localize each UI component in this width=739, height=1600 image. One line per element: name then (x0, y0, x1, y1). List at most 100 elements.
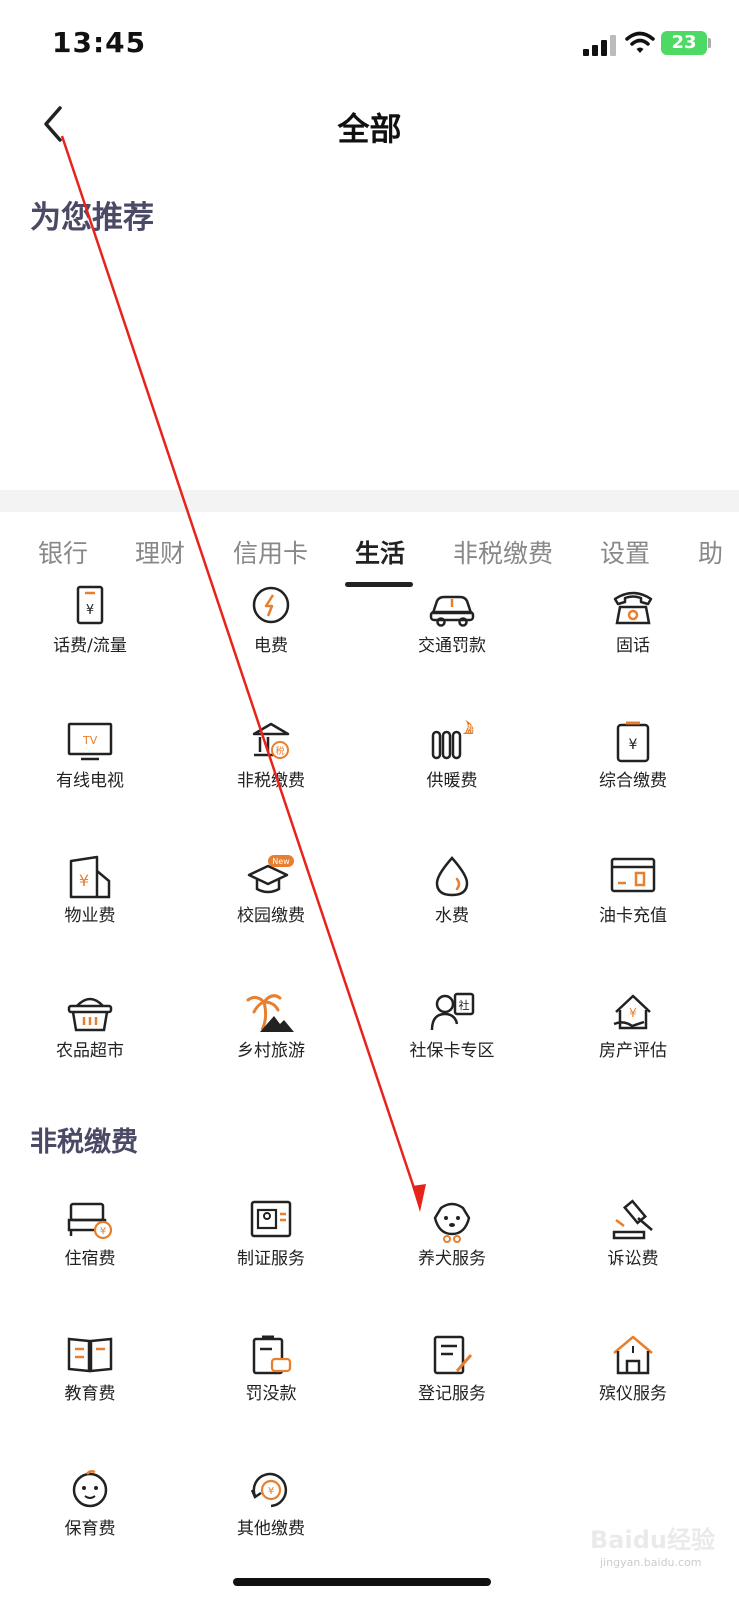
home-indicator[interactable] (233, 1578, 491, 1586)
watermark-url: jingyan.baidu.com (600, 1556, 702, 1569)
wifi-icon (625, 31, 655, 53)
service-litigation[interactable]: 诉讼费 (543, 1198, 723, 1298)
service-label: 制证服务 (237, 1249, 305, 1269)
service-label: 乡村旅游 (237, 1041, 305, 1061)
yen-glyph: ¥ (100, 1226, 106, 1237)
document-edit-icon (433, 1335, 473, 1375)
tv-glyph: TV (82, 734, 98, 747)
service-label: 综合缴费 (599, 771, 667, 791)
palm-tree-icon (246, 994, 294, 1032)
service-label: 非税缴费 (237, 771, 305, 791)
tv-icon: TV (67, 722, 113, 761)
radiator-icon: 热 (431, 720, 474, 760)
graduation-cap-icon: New (247, 855, 294, 894)
service-childcare[interactable]: 保育费 (0, 1468, 180, 1568)
recommend-title: 为您推荐 (30, 200, 154, 236)
service-funeral[interactable]: 殡仪服务 (543, 1333, 723, 1433)
service-heating[interactable]: 热 供暖费 (362, 720, 542, 820)
service-label: 登记服务 (418, 1384, 486, 1404)
basket-icon (67, 997, 113, 1032)
service-property-fee[interactable]: ¥ 物业费 (0, 855, 180, 955)
service-rural-tourism[interactable]: 乡村旅游 (181, 990, 361, 1090)
service-education[interactable]: 教育费 (0, 1333, 180, 1433)
service-label: 固话 (616, 636, 650, 656)
service-registration[interactable]: 登记服务 (362, 1333, 542, 1433)
service-house-valuation[interactable]: ¥ 房产评估 (543, 990, 723, 1090)
house-valuation-icon: ¥ (613, 994, 651, 1030)
service-label: 校园缴费 (237, 906, 305, 926)
service-dog-registration[interactable]: 养犬服务 (362, 1198, 542, 1298)
service-general-bill[interactable]: ¥ 综合缴费 (543, 720, 723, 820)
phone-bill-icon: ¥ (76, 585, 104, 625)
telephone-icon (613, 591, 653, 625)
service-fine[interactable]: 罚没款 (181, 1333, 361, 1433)
service-label: 其他缴费 (237, 1519, 305, 1539)
id-card-icon (250, 1200, 292, 1238)
bill-icon: ¥ (616, 721, 650, 763)
service-accommodation[interactable]: ¥ 住宿费 (0, 1198, 180, 1298)
service-campus-payment[interactable]: New 校园缴费 (181, 855, 361, 955)
service-label: 养犬服务 (418, 1249, 486, 1269)
service-label: 油卡充值 (599, 906, 667, 926)
service-label: 水费 (435, 906, 469, 926)
tax-glyph: 税 (275, 745, 284, 757)
cellular-signal-icon (583, 34, 619, 56)
nontax-section-title: 非税缴费 (30, 1127, 138, 1158)
tab-help[interactable]: 助 (698, 534, 723, 570)
service-water[interactable]: 水费 (362, 855, 542, 955)
battery-level: 23 (671, 32, 697, 53)
service-traffic-fine[interactable]: 交通罚款 (362, 585, 542, 685)
baby-face-icon (72, 1470, 108, 1508)
tab-nontax[interactable]: 非税缴费 (453, 534, 553, 570)
new-badge: New (272, 857, 290, 866)
social-security-icon: 社 (430, 992, 475, 1031)
yen-glyph: ¥ (629, 1006, 637, 1020)
refresh-yen-icon: ¥ (250, 1472, 288, 1508)
service-label: 殡仪服务 (599, 1384, 667, 1404)
battery-tip (708, 38, 711, 48)
service-nontax-payment[interactable]: 税 非税缴费 (181, 720, 361, 820)
category-tabs: 银行 理财 信用卡 生活 非税缴费 设置 助 (0, 512, 739, 592)
yen-glyph: ¥ (268, 1486, 274, 1497)
watermark-logo: Baidu经验 (590, 1526, 715, 1554)
service-label: 物业费 (64, 906, 116, 926)
service-label: 农品超市 (56, 1041, 124, 1061)
tab-life[interactable]: 生活 (355, 534, 405, 570)
yen-glyph: ¥ (79, 871, 89, 890)
water-drop-icon (435, 856, 469, 897)
tab-wealth[interactable]: 理财 (135, 534, 185, 570)
service-label: 诉讼费 (607, 1249, 659, 1269)
yen-glyph: ¥ (629, 737, 638, 753)
service-fuel-card[interactable]: 油卡充值 (543, 855, 723, 955)
service-cable-tv[interactable]: TV 有线电视 (0, 720, 180, 820)
tab-credit-card[interactable]: 信用卡 (233, 534, 308, 570)
clipboard-car-icon (252, 1335, 292, 1375)
service-label: 社保卡专区 (409, 1041, 495, 1061)
service-label: 罚没款 (245, 1384, 297, 1404)
bed-icon: ¥ (67, 1202, 113, 1240)
service-phone-bill[interactable]: ¥ 话费/流量 (0, 585, 180, 685)
navigation-bar: 全部 (0, 90, 739, 160)
funeral-home-icon (613, 1335, 653, 1375)
service-label: 交通罚款 (418, 636, 486, 656)
service-certificate[interactable]: 制证服务 (181, 1198, 361, 1298)
dog-icon (433, 1202, 471, 1243)
service-other-payment[interactable]: ¥ 其他缴费 (181, 1468, 361, 1568)
property-icon: ¥ (69, 855, 111, 899)
service-label: 话费/流量 (53, 636, 127, 656)
service-electricity[interactable]: 电费 (181, 585, 361, 685)
gavel-icon (612, 1199, 653, 1240)
service-label: 供暖费 (426, 771, 478, 791)
service-label: 房产评估 (599, 1041, 667, 1061)
tab-settings[interactable]: 设置 (600, 534, 650, 570)
status-time: 13:45 (52, 26, 147, 59)
service-landline[interactable]: 固话 (543, 585, 723, 685)
electricity-icon (252, 586, 290, 624)
yen-glyph: ¥ (86, 603, 94, 618)
page-title: 全部 (337, 110, 402, 148)
tab-bank[interactable]: 银行 (38, 534, 88, 570)
service-social-security[interactable]: 社 社保卡专区 (362, 990, 542, 1090)
tax-building-icon: 税 (252, 722, 290, 759)
hot-badge: 热 (464, 723, 473, 735)
service-farm-market[interactable]: 农品超市 (0, 990, 180, 1090)
